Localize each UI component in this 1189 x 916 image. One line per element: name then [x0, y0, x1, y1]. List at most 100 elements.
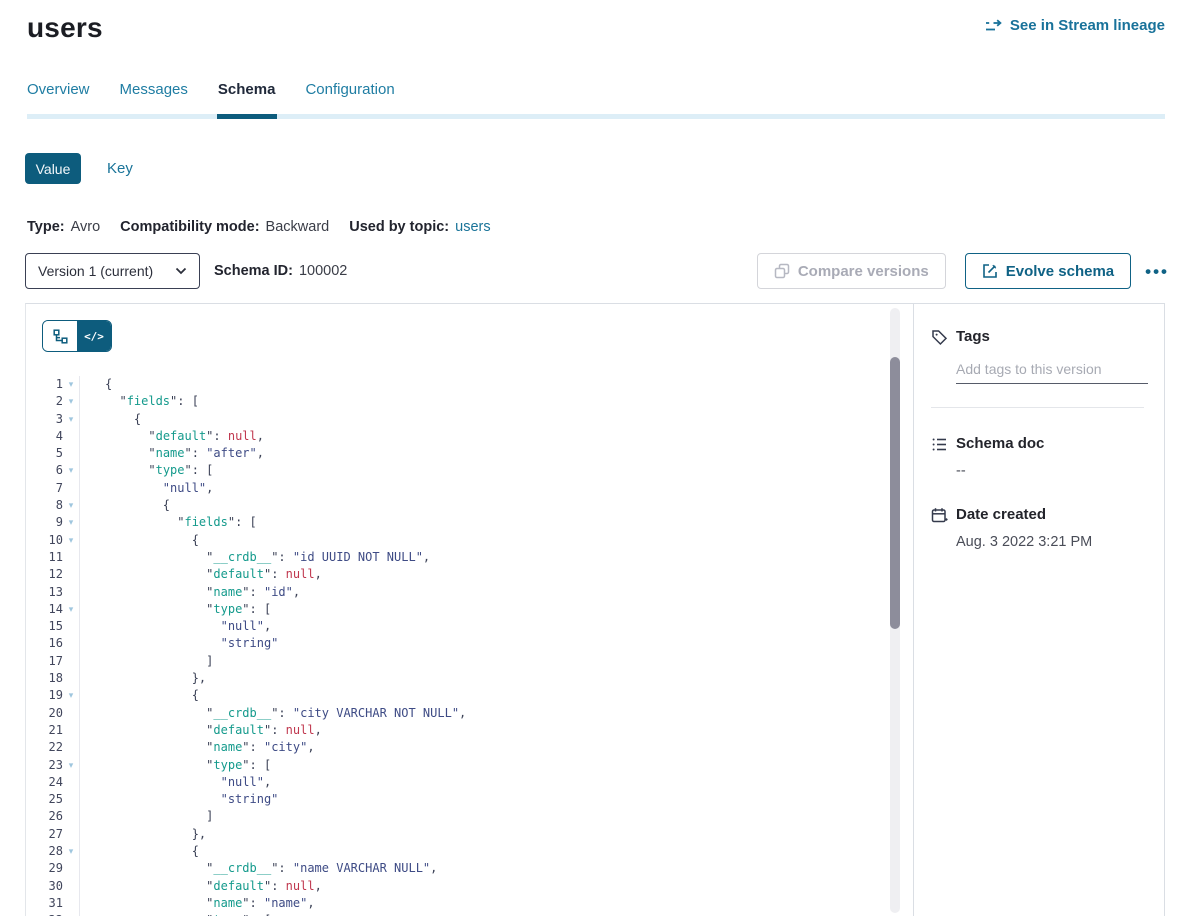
line-number: 14 [26, 601, 63, 618]
code-line: 2▾ "fields": [ [26, 393, 913, 410]
fold-spacer [63, 653, 79, 670]
code-text: "fields": [ [80, 393, 199, 410]
stream-lineage-link[interactable]: See in Stream lineage [985, 17, 1165, 34]
fold-spacer [63, 549, 79, 566]
line-number: 1 [26, 376, 63, 393]
line-number: 32 [26, 912, 63, 916]
code-line: 6▾ "type": [ [26, 462, 913, 479]
code-line: 17 ] [26, 653, 913, 670]
code-text: "default": null, [80, 878, 322, 895]
line-number: 17 [26, 653, 63, 670]
version-select[interactable]: Version 1 (current) [25, 253, 200, 289]
code-line: 29 "__crdb__": "name VARCHAR NULL", [26, 860, 913, 877]
code-line: 22 "name": "city", [26, 739, 913, 756]
tab-overview[interactable]: Overview [27, 81, 90, 114]
fold-toggle-icon[interactable]: ▾ [63, 462, 79, 479]
code-text: "name": "after", [80, 445, 264, 462]
code-line: 1▾{ [26, 376, 913, 393]
code-text: "string" [80, 635, 278, 652]
fold-toggle-icon[interactable]: ▾ [63, 393, 79, 410]
value-toggle-button[interactable]: Value [25, 153, 81, 184]
version-select-value: Version 1 (current) [38, 263, 153, 279]
fold-toggle-icon[interactable]: ▾ [63, 912, 79, 916]
editor-view-toggle: </> [42, 320, 112, 352]
code-text: "string" [80, 791, 278, 808]
editor-scrollbar-track[interactable] [890, 308, 900, 913]
tags-title: Tags [956, 328, 1148, 345]
code-text: "__crdb__": "name VARCHAR NULL", [80, 860, 437, 877]
code-text: }, [80, 670, 206, 687]
line-number: 28 [26, 843, 63, 860]
tags-input[interactable] [956, 359, 1148, 384]
fold-toggle-icon[interactable]: ▾ [63, 757, 79, 774]
code-line: 32▾ "type": [ [26, 912, 913, 916]
fold-toggle-icon[interactable]: ▾ [63, 376, 79, 393]
schema-panel: </> 1▾{2▾ "fields": [3▾ {4 "default": nu… [25, 303, 1165, 916]
code-text: { [80, 497, 170, 514]
tree-view-button[interactable] [43, 321, 77, 351]
controls-row: Version 1 (current) Schema ID: 100002 Co… [25, 253, 1169, 289]
fold-spacer [63, 739, 79, 756]
code-text: "default": null, [80, 722, 322, 739]
fold-toggle-icon[interactable]: ▾ [63, 687, 79, 704]
fold-toggle-icon[interactable]: ▾ [63, 601, 79, 618]
line-number: 19 [26, 687, 63, 704]
line-number: 5 [26, 445, 63, 462]
fold-toggle-icon[interactable]: ▾ [63, 497, 79, 514]
code-line: 18 }, [26, 670, 913, 687]
code-text: "null", [80, 480, 213, 497]
fold-toggle-icon[interactable]: ▾ [63, 843, 79, 860]
code-line: 3▾ { [26, 411, 913, 428]
key-toggle-button[interactable]: Key [107, 160, 133, 177]
line-number: 24 [26, 774, 63, 791]
compare-versions-icon [774, 263, 790, 279]
code-text: ] [80, 808, 213, 825]
fold-spacer [63, 722, 79, 739]
meta-type: Type: Avro [27, 219, 100, 235]
code-line: 28▾ { [26, 843, 913, 860]
topic-link[interactable]: users [455, 219, 490, 235]
line-number: 6 [26, 462, 63, 479]
doc-list-icon [931, 435, 948, 479]
code-view-button[interactable]: </> [77, 321, 111, 351]
fold-toggle-icon[interactable]: ▾ [63, 411, 79, 428]
editor-scrollbar-thumb[interactable] [890, 357, 900, 629]
line-number: 4 [26, 428, 63, 445]
tab-configuration[interactable]: Configuration [305, 81, 394, 114]
date-created-title: Date created [956, 506, 1092, 523]
fold-toggle-icon[interactable]: ▾ [63, 532, 79, 549]
date-created-section: Date created Aug. 3 2022 3:21 PM [931, 506, 1148, 550]
code-line: 27 }, [26, 826, 913, 843]
more-options-button[interactable]: ••• [1145, 263, 1169, 280]
line-number: 23 [26, 757, 63, 774]
evolve-schema-button[interactable]: Evolve schema [965, 253, 1131, 289]
code-text: "fields": [ [80, 514, 257, 531]
line-number: 18 [26, 670, 63, 687]
topic-label: Used by topic: [349, 219, 449, 235]
fold-spacer [63, 670, 79, 687]
code-text: "name": "city", [80, 739, 315, 756]
schema-meta: Type: Avro Compatibility mode: Backward … [27, 219, 1189, 235]
code-text: "null", [80, 618, 271, 635]
calendar-plus-icon [931, 506, 948, 550]
tags-section: Tags [931, 328, 1148, 384]
meta-topic: Used by topic: users [349, 219, 490, 235]
tree-view-icon [53, 329, 68, 344]
code-text: "__crdb__": "id UUID NOT NULL", [80, 549, 430, 566]
fold-toggle-icon[interactable]: ▾ [63, 514, 79, 531]
schema-id-label: Schema ID: [214, 263, 293, 279]
tab-schema[interactable]: Schema [218, 81, 276, 114]
compare-versions-button[interactable]: Compare versions [757, 253, 946, 289]
schema-editor[interactable]: </> 1▾{2▾ "fields": [3▾ {4 "default": nu… [26, 304, 914, 916]
code-line: 19▾ { [26, 687, 913, 704]
line-number: 21 [26, 722, 63, 739]
fold-spacer [63, 860, 79, 877]
line-number: 20 [26, 705, 63, 722]
code-text: "name": "name", [80, 895, 315, 912]
chevron-down-icon [175, 267, 187, 275]
tab-messages[interactable]: Messages [120, 81, 188, 114]
code-line: 26 ] [26, 808, 913, 825]
line-number: 13 [26, 584, 63, 601]
code-text: }, [80, 826, 206, 843]
fold-spacer [63, 480, 79, 497]
